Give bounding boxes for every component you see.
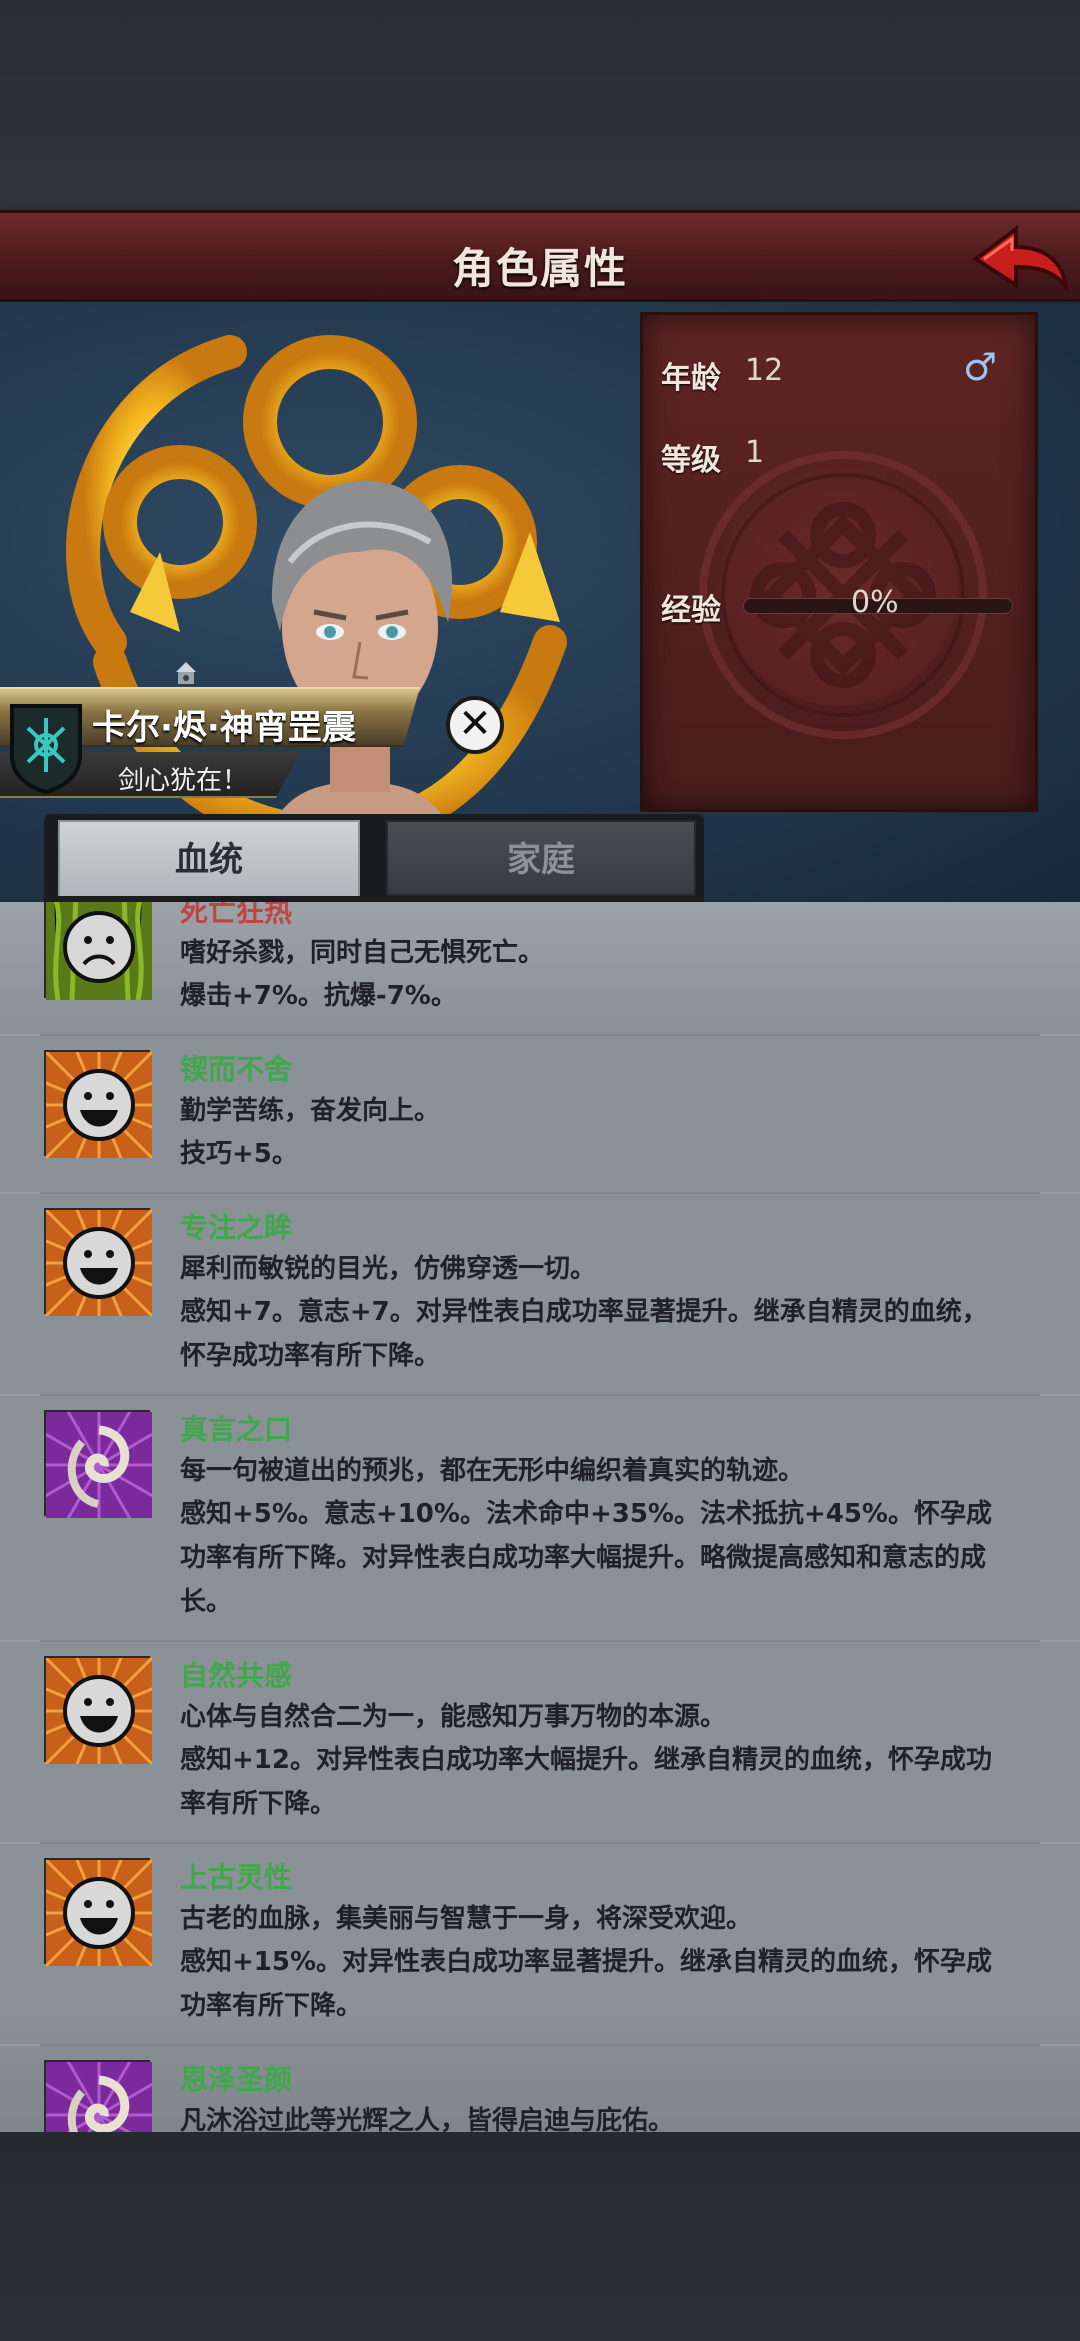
trait-row[interactable]: 死亡狂热嗜好杀戮，同时自己无惧死亡。 爆击+7%。抗爆-7%。: [0, 902, 1080, 1036]
trait-name: 专注之眸: [180, 1211, 293, 1244]
trait-name: 上古灵性: [180, 1861, 293, 1894]
trait-effect-line: 感知+5%。意志+10%。法术命中+35%。法术抵抗+45%。怀孕成: [180, 1499, 992, 1529]
level-value: 1: [745, 435, 765, 470]
page-title: 角色属性: [451, 244, 628, 293]
trait-effect-line: 功率有所下降。对异性表白成功率大幅提升。略微提高感知和意志的成: [180, 1543, 987, 1573]
trait-effect-line: 技巧+5。: [180, 1139, 298, 1169]
swirl-icon: [19, 2035, 179, 2132]
male-gender-icon: ♂: [963, 345, 998, 389]
happy-face-icon: [19, 1183, 179, 1343]
trait-description: 凡沐浴过此等光辉之人，皆得启迪与庇佑。: [180, 2106, 675, 2132]
trait-description: 犀利而敏锐的目光，仿佛穿透一切。: [180, 1254, 597, 1284]
level-label: 等级: [661, 443, 721, 478]
trait-row[interactable]: 自然共感心体与自然合二为一，能感知万事万物的本源。感知+12。对异性表白成功率大…: [0, 1631, 1080, 1844]
trait-description: 勤学苦练，奋发向上。: [180, 1096, 441, 1126]
bottom-background: [0, 2132, 1080, 2341]
trait-description: 心体与自然合二为一，能感知万事万物的本源。: [180, 1702, 727, 1732]
back-arrow-icon: [972, 225, 1069, 295]
trait-description: 每一句被道出的预兆，都在无形中编织着真实的轨迹。: [180, 1456, 805, 1486]
character-name: 卡尔·烬·神宵罡震: [92, 708, 356, 748]
tab-bloodline[interactable]: 血统: [58, 820, 360, 896]
trait-name: 死亡狂热: [180, 902, 293, 928]
exp-value: 0%: [851, 585, 899, 620]
trait-effect-line: 怀孕成功率有所下降。: [180, 1341, 441, 1371]
trait-row[interactable]: 恩泽圣颜凡沐浴过此等光辉之人，皆得启迪与庇佑。感知+10%。意志+5%。法术攻击…: [0, 2035, 1080, 2132]
happy-face-icon: [19, 1833, 179, 1993]
age-label: 年龄: [661, 361, 721, 396]
age-value: 12: [745, 353, 784, 388]
celtic-knot-emblem: [699, 451, 987, 739]
trait-description: 嗜好杀戮，同时自己无惧死亡。: [180, 938, 545, 968]
trait-effect-line: 爆击+7%。抗爆-7%。: [180, 981, 457, 1011]
top-background: [0, 0, 1080, 210]
trait-list-content: 死亡狂热嗜好杀戮，同时自己无惧死亡。 爆击+7%。抗爆-7%。 锲而不舍勤学苦练，奋…: [0, 902, 1080, 2132]
trait-list[interactable]: 死亡狂热嗜好杀戮，同时自己无惧死亡。 爆击+7%。抗爆-7%。 锲而不舍勤学苦练，奋…: [0, 902, 1080, 2132]
stats-panel: 年龄 12 ♂ 等级 1 经验 0%: [640, 312, 1038, 812]
trait-row[interactable]: 真言之口每一句被道出的预兆，都在无形中编织着真实的轨迹。感知+5%。意志+10%…: [0, 1385, 1080, 1642]
trait-name: 真言之口: [180, 1413, 293, 1446]
back-button[interactable]: [970, 221, 1070, 297]
trait-effect-line: 长。: [180, 1587, 233, 1617]
close-button[interactable]: ✕: [446, 696, 504, 754]
character-subtitle: 剑心犹在！: [118, 766, 249, 796]
trait-effect-line: 功率有所下降。: [180, 1991, 363, 2021]
trait-effect-line: 感知+12。对异性表白成功率大幅提升。继承自精灵的血统，怀孕成功: [180, 1745, 992, 1775]
trait-row[interactable]: 专注之眸犀利而敏锐的目光，仿佛穿透一切。感知+7。意志+7。对异性表白成功率显著…: [0, 1183, 1080, 1396]
swirl-icon: [19, 1385, 179, 1545]
tab-family[interactable]: 家庭: [386, 820, 696, 896]
close-icon: ✕: [458, 701, 492, 747]
title-bar: 角色属性: [0, 210, 1080, 302]
trait-name: 锲而不舍: [180, 1053, 293, 1086]
shield-emblem-icon: [10, 704, 82, 794]
exp-label: 经验: [661, 593, 721, 628]
trait-description: 古老的血脉，集美丽与智慧于一身，将深受欢迎。: [180, 1904, 753, 1934]
sad-face-icon: [44, 902, 152, 1001]
tab-bar: 血统 家庭: [0, 802, 1080, 902]
happy-face-icon: [19, 1025, 179, 1185]
trait-row[interactable]: 上古灵性古老的血脉，集美丽与智慧于一身，将深受欢迎。感知+15%。对异性表白成功…: [0, 1833, 1080, 2046]
trait-effect-line: 感知+7。意志+7。对异性表白成功率显著提升。继承自精灵的血统，: [180, 1297, 988, 1327]
trait-effect-line: 率有所下降。: [180, 1789, 337, 1819]
happy-face-icon: [19, 1631, 179, 1791]
lock-icon: [176, 662, 196, 684]
trait-name: 自然共感: [180, 1659, 293, 1692]
trait-name: 恩泽圣颜: [180, 2063, 293, 2096]
trait-row[interactable]: 锲而不舍勤学苦练，奋发向上。 技巧+5。: [0, 1025, 1080, 1194]
trait-effect-line: 感知+15%。对异性表白成功率显著提升。继承自精灵的血统，怀孕成: [180, 1947, 993, 1977]
